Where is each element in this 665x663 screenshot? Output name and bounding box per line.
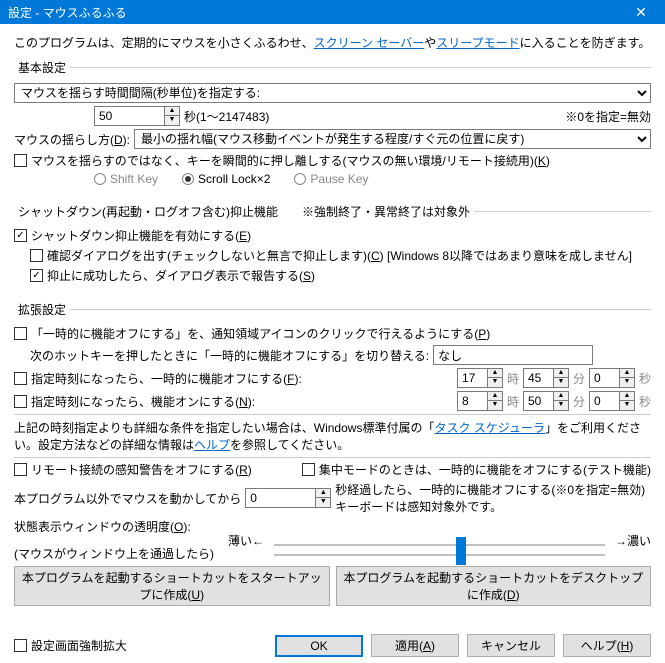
shutdown-enable-label: シャットダウン抑止機能を有効にする(E) (31, 227, 251, 244)
force-enlarge-checkbox[interactable] (14, 639, 27, 652)
interval-note: ※0を指定=無効 (273, 108, 651, 125)
idle-spinner[interactable]: ▲▼ (245, 488, 331, 508)
interval-label-select[interactable]: マウスを揺らす時間間隔(秒単位)を指定する: (14, 83, 651, 103)
shutdown-report-label: 抑止に成功したら、ダイアログ表示で報告する(S) (47, 267, 315, 284)
keypress-checkbox[interactable] (14, 154, 27, 167)
shake-label: マウスの揺らし方(D): (14, 131, 130, 148)
interval-unit: 秒(1～2147483) (184, 108, 269, 125)
radio-scrolllock[interactable]: Scroll Lock×2 (182, 172, 270, 186)
focus-checkbox[interactable] (302, 463, 315, 476)
create-desktop-shortcut-button[interactable]: 本プログラムを起動するショートカットをデスクトップに作成(D) (336, 566, 652, 606)
off-hour-spinner[interactable]: ▲▼ (457, 368, 503, 388)
shutdown-confirm-label: 確認ダイアログを出す(チェックしないと無言で抑止します)(C) [Windows… (47, 247, 632, 264)
help-button[interactable]: ヘルプ(H) (563, 634, 651, 657)
keypress-label: マウスを揺らすのではなく、キーを瞬間的に押し離しする(マウスの無い環境/リモート… (31, 152, 550, 169)
shutdown-report-checkbox[interactable] (30, 269, 43, 282)
create-startup-shortcut-button[interactable]: 本プログラムを起動するショートカットをスタートアップに作成(U) (14, 566, 330, 606)
off-min-spinner[interactable]: ▲▼ (523, 368, 569, 388)
on-time-checkbox[interactable] (14, 395, 27, 408)
titlebar: 設定 - マウスふるふる ✕ (0, 0, 665, 24)
tray-label: 「一時的に機能オフにする」を、通知領域アイコンのクリックで行えるようにする(P) (31, 325, 490, 342)
remote-label: リモート接続の感知警告をオフにする(R) (31, 461, 252, 478)
force-enlarge-label: 設定画面強制拡大 (31, 637, 127, 654)
on-hour-spinner[interactable]: ▲▼ (457, 391, 503, 411)
remote-checkbox[interactable] (14, 463, 27, 476)
tray-checkbox[interactable] (14, 327, 27, 340)
screensaver-link[interactable]: スクリーン セーバー (314, 36, 425, 50)
window-title: 設定 - マウスふるふる (8, 4, 621, 21)
shutdown-group: シャットダウン(再起動・ログオフ含む)抑止機能 ※強制終了・異常終了は対象外 シ… (14, 203, 651, 295)
off-time-label: 指定時刻になったら、一時的に機能オフにする(F): (31, 370, 302, 387)
basic-legend: 基本設定 (14, 59, 70, 76)
off-sec-spinner[interactable]: ▲▼ (589, 368, 635, 388)
interval-spinner[interactable]: ▲▼ (94, 106, 180, 126)
extended-legend: 拡張設定 (14, 301, 70, 318)
hotkey-label: 次のホットキーを押したときに「一時的に機能オフにする」を切り替える: (30, 347, 429, 364)
extended-group: 拡張設定 「一時的に機能オフにする」を、通知領域アイコンのクリックで行えるように… (14, 301, 651, 614)
intro-text: このプログラムは、定期的にマウスを小さくふるわせ、スクリーン セーバーやスリープ… (14, 34, 651, 51)
cancel-button[interactable]: キャンセル (467, 634, 555, 657)
shutdown-confirm-checkbox[interactable] (30, 249, 43, 262)
radio-pause[interactable]: Pause Key (294, 172, 368, 186)
focus-label: 集中モードのときは、一時的に機能をオフにする(テスト機能) (319, 461, 651, 478)
spin-up-icon[interactable]: ▲ (165, 107, 179, 116)
shake-method-select[interactable]: 最小の揺れ幅(マウス移動イベントが発生する程度/すぐ元の位置に戻す) (134, 129, 651, 149)
transparency-sublabel: (マウスがウィンドウ上を通過したら) (14, 545, 224, 562)
shutdown-legend: シャットダウン(再起動・ログオフ含む)抑止機能 ※強制終了・異常終了は対象外 (14, 203, 474, 220)
spin-down-icon[interactable]: ▼ (165, 116, 179, 125)
close-icon[interactable]: ✕ (621, 4, 661, 21)
on-min-spinner[interactable]: ▲▼ (523, 391, 569, 411)
apply-button[interactable]: 適用(A) (371, 634, 459, 657)
transparency-label: 状態表示ウィンドウの透明度(O): (14, 518, 224, 535)
on-time-label: 指定時刻になったら、機能オンにする(N): (31, 393, 255, 410)
radio-shift[interactable]: Shift Key (94, 172, 158, 186)
hotkey-input[interactable] (433, 345, 593, 365)
interval-input[interactable] (94, 106, 164, 126)
basic-settings-group: 基本設定 マウスを揺らす時間間隔(秒単位)を指定する: ▲▼ 秒(1～21474… (14, 59, 651, 197)
sleepmode-link[interactable]: スリープモード (436, 36, 519, 50)
task-scheduler-link[interactable]: タスク スケジューラ (434, 421, 545, 435)
idle-label: 本プログラム以外でマウスを動かしてから (14, 490, 241, 507)
off-time-checkbox[interactable] (14, 372, 27, 385)
help-link[interactable]: ヘルプ (194, 438, 230, 452)
ok-button[interactable]: OK (275, 635, 363, 657)
shutdown-enable-checkbox[interactable] (14, 229, 27, 242)
on-sec-spinner[interactable]: ▲▼ (589, 391, 635, 411)
